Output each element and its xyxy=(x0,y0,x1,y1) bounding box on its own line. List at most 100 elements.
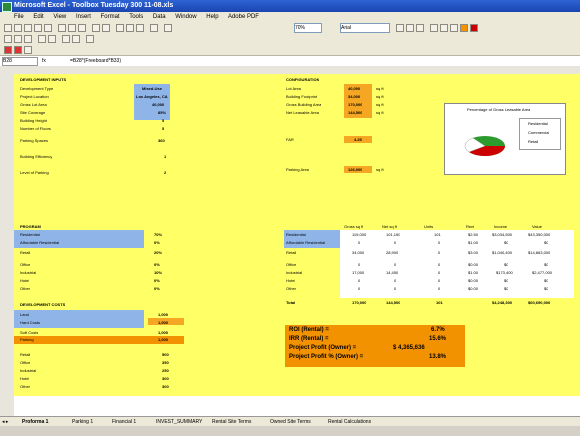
redo-icon[interactable] xyxy=(102,24,110,32)
table-row-label: Residential xyxy=(286,232,306,237)
cost-value[interactable]: 300 xyxy=(162,384,169,389)
program-value[interactable]: 0% xyxy=(154,262,160,267)
new-icon[interactable] xyxy=(4,24,12,32)
fill-color-icon[interactable] xyxy=(460,24,468,32)
input-value[interactable]: 360 xyxy=(158,138,165,143)
paste-icon[interactable] xyxy=(78,24,86,32)
menu-tools[interactable]: Tools xyxy=(129,14,143,20)
autosum-icon[interactable] xyxy=(116,24,124,32)
table-cell: $0 xyxy=(504,278,509,283)
input-value[interactable]: 1 xyxy=(164,154,166,159)
table-cell: 0 xyxy=(358,262,361,267)
table-row-label: Hotel xyxy=(286,278,296,283)
menu-insert[interactable]: Insert xyxy=(76,14,91,20)
menu-view[interactable]: View xyxy=(53,14,66,20)
toolbar-icon[interactable] xyxy=(86,35,94,43)
program-label: Office xyxy=(20,262,31,267)
cost-value[interactable]: 250 xyxy=(162,368,169,373)
input-value[interactable]: Mixed-Use xyxy=(142,86,162,91)
menu-file[interactable]: File xyxy=(14,14,24,20)
cost-value[interactable]: 300 xyxy=(162,376,169,381)
cost-value[interactable]: 1,000 xyxy=(158,320,168,325)
pdf-toolbar xyxy=(0,44,580,56)
table-cell: $0 xyxy=(544,262,549,267)
profit-label: Project Profit (Owner) = xyxy=(289,345,357,351)
pie-chart[interactable]: Percentage of Gross Leasable Area Reside… xyxy=(444,103,566,175)
chart-wizard-icon[interactable] xyxy=(150,24,158,32)
save-icon[interactable] xyxy=(24,24,32,32)
preview-icon[interactable] xyxy=(44,24,52,32)
table-cell: 0 xyxy=(438,286,441,291)
drawing-icon[interactable] xyxy=(164,24,172,32)
config-unit: sq ft xyxy=(376,94,384,99)
config-value: 126,000 xyxy=(348,167,363,172)
sort-desc-icon[interactable] xyxy=(136,24,144,32)
toolbar-icon[interactable] xyxy=(62,35,70,43)
program-value[interactable]: 20% xyxy=(154,250,162,255)
cut-icon[interactable] xyxy=(58,24,66,32)
input-value[interactable]: 5 xyxy=(162,126,164,131)
input-value[interactable]: 40,000 xyxy=(152,102,164,107)
menu-adobe-pdf[interactable]: Adobe PDF xyxy=(228,14,259,20)
program-value[interactable]: 0% xyxy=(154,278,160,283)
function-icon[interactable]: fx xyxy=(42,56,46,66)
zoom-select[interactable]: 70% xyxy=(294,23,322,33)
italic-icon[interactable] xyxy=(406,24,414,32)
row-headers[interactable] xyxy=(0,66,15,416)
menu-format[interactable]: Format xyxy=(101,14,120,20)
input-value[interactable]: 5 xyxy=(162,118,164,123)
copy-icon[interactable] xyxy=(68,24,76,32)
name-box[interactable]: B28 xyxy=(2,57,38,66)
print-icon[interactable] xyxy=(34,24,42,32)
input-value[interactable]: Los Angeles, CA xyxy=(136,94,168,99)
toolbar-icon[interactable] xyxy=(4,35,12,43)
menu-help[interactable]: Help xyxy=(206,14,218,20)
sort-asc-icon[interactable] xyxy=(126,24,134,32)
pdf-email-icon[interactable] xyxy=(14,46,22,54)
table-cell: $2,477,000 xyxy=(532,270,553,275)
table-header: Units xyxy=(424,224,434,229)
window-title: Microsoft Excel - Toolbox Tuesday 300 11… xyxy=(14,2,174,9)
align-center-icon[interactable] xyxy=(440,24,448,32)
table-cell: $0 xyxy=(504,286,509,291)
menu-data[interactable]: Data xyxy=(153,14,166,20)
formula-input[interactable]: =B28*(Freeboard*B33) xyxy=(70,56,121,66)
open-icon[interactable] xyxy=(14,24,22,32)
program-value[interactable]: 0% xyxy=(154,240,160,245)
table-cell: $0.00 xyxy=(468,286,479,291)
program-value[interactable]: 0% xyxy=(154,286,160,291)
font-select[interactable]: Arial xyxy=(340,23,390,33)
pdf-icon[interactable] xyxy=(4,46,12,54)
cost-value[interactable]: 350 xyxy=(162,360,169,365)
toolbar-icon[interactable] xyxy=(72,35,80,43)
pdf-review-icon[interactable] xyxy=(24,46,32,54)
toolbar-icon[interactable] xyxy=(24,35,32,43)
table-header: Gross sq ft xyxy=(344,224,364,229)
cost-value[interactable]: 1,000 xyxy=(158,330,168,335)
input-value[interactable]: 2 xyxy=(164,170,166,175)
table-header: Income xyxy=(494,224,508,229)
menu-edit[interactable]: Edit xyxy=(33,14,43,20)
undo-icon[interactable] xyxy=(92,24,100,32)
align-right-icon[interactable] xyxy=(450,24,458,32)
bold-icon[interactable] xyxy=(396,24,404,32)
align-left-icon[interactable] xyxy=(430,24,438,32)
program-value[interactable]: 10% xyxy=(154,270,162,275)
toolbar-icon[interactable] xyxy=(38,35,46,43)
cost-value[interactable]: 500 xyxy=(162,352,169,357)
cost-value[interactable]: 1,000 xyxy=(158,312,168,317)
table-cell: 144,500 xyxy=(386,300,401,305)
menu-window[interactable]: Window xyxy=(175,14,196,20)
inputs-header: DEVELOPMENT INPUTS xyxy=(20,77,67,82)
underline-icon[interactable] xyxy=(416,24,424,32)
cost-value[interactable]: 1,000 xyxy=(158,337,168,342)
table-white-area xyxy=(340,230,574,298)
table-cell: 101 xyxy=(434,232,441,237)
roi-value: 6.7% xyxy=(431,327,445,333)
toolbar-icon[interactable] xyxy=(14,35,22,43)
cost-label: Office xyxy=(20,360,31,365)
toolbar-icon[interactable] xyxy=(48,35,56,43)
font-color-icon[interactable] xyxy=(470,24,478,32)
program-value[interactable]: 70% xyxy=(154,232,162,237)
input-value[interactable]: 85% xyxy=(158,110,166,115)
